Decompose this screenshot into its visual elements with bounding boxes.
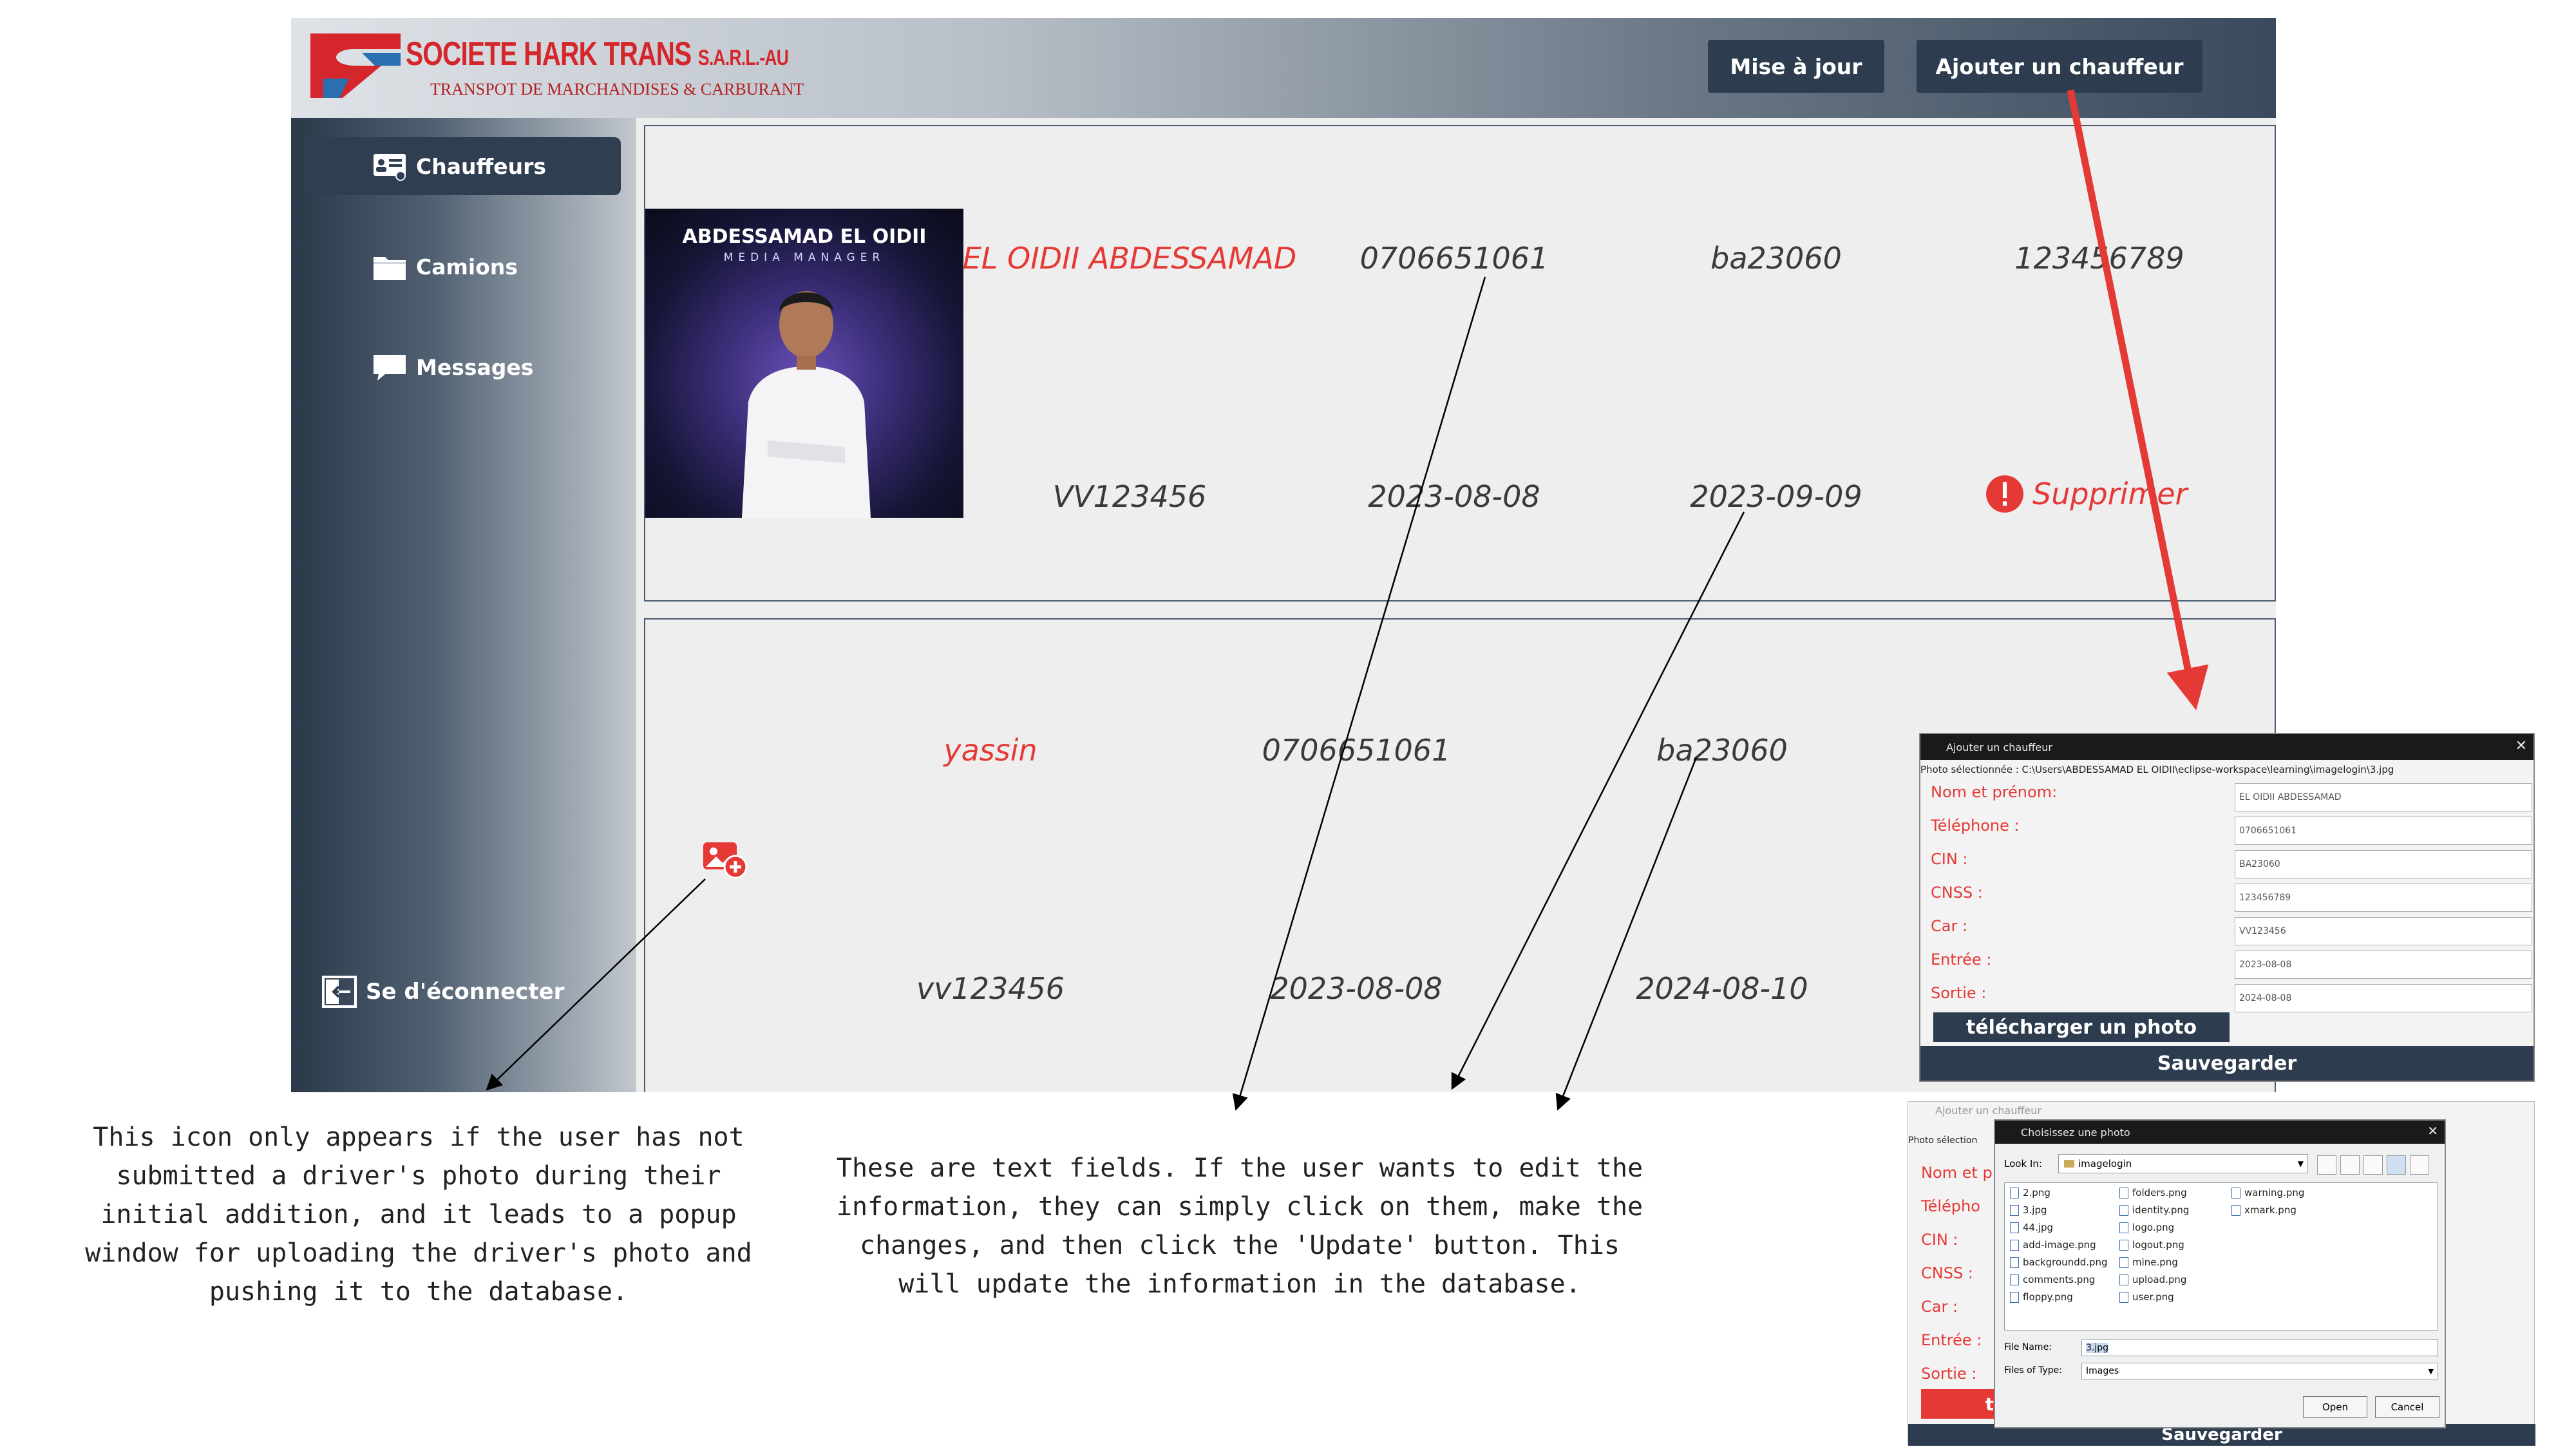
file-toolbar [2317, 1155, 2439, 1175]
add-driver-dialog: Ajouter un chauffeur ✕ Photo sélectionné… [1919, 733, 2535, 1082]
dialog-title-bar: Ajouter un chauffeur ✕ [1920, 734, 2533, 760]
list-item[interactable]: 44.jpg [2010, 1222, 2108, 1233]
up-folder-icon[interactable] [2317, 1155, 2336, 1175]
background-label: Télépho [1921, 1197, 1980, 1215]
exit-input[interactable]: 2024-08-08 [2235, 984, 2532, 1012]
text-fields-note: These are text fields. If the user wants… [836, 1153, 1643, 1299]
file-type-select[interactable]: Images ▼ [2081, 1363, 2438, 1379]
close-icon[interactable]: ✕ [2515, 738, 2527, 754]
file-name-value: 3.jpg [2086, 1343, 2109, 1353]
phone-input[interactable]: 0706651061 [2235, 817, 2532, 845]
background-label: CNSS : [1921, 1264, 1973, 1282]
background-dialog-title: Ajouter un chauffeur [1935, 1104, 2041, 1117]
file-type-value: Images [2086, 1366, 2119, 1376]
file-chooser-dialog: Choisissez une photo ✕ Look In: imagelog… [1994, 1119, 2446, 1428]
list-item[interactable]: xmark.png [2231, 1204, 2304, 1216]
background-photo-label: Photo sélection [1908, 1135, 1978, 1146]
car-input[interactable]: VV123456 [2235, 917, 2532, 945]
home-icon[interactable] [2340, 1155, 2360, 1175]
dialog-label: Entrée : [1931, 951, 1992, 969]
list-item[interactable]: backgroundd.png [2010, 1256, 2108, 1268]
list-item[interactable]: warning.png [2231, 1187, 2304, 1198]
dialog-label: Nom et prénom: [1931, 783, 2058, 801]
dialog-label: Car : [1931, 917, 1968, 935]
file-name-label: File Name: [2004, 1342, 2052, 1352]
cancel-button[interactable]: Cancel [2375, 1396, 2439, 1418]
look-in-label: Look In: [2004, 1158, 2042, 1170]
list-item[interactable]: mine.png [2119, 1256, 2189, 1268]
file-list[interactable]: 2.png 3.jpg 44.jpg add-image.png backgro… [2004, 1182, 2438, 1331]
background-label: Sortie : [1921, 1365, 1977, 1383]
new-folder-icon[interactable] [2363, 1155, 2383, 1175]
dialog-title: Ajouter un chauffeur [1946, 741, 2052, 753]
close-icon[interactable]: ✕ [2427, 1123, 2438, 1139]
entry-input[interactable]: 2023-08-08 [2235, 951, 2532, 979]
file-chooser-title-bar: Choisissez une photo ✕ [1995, 1121, 2445, 1144]
list-item[interactable]: upload.png [2119, 1274, 2189, 1285]
dialog-label: CIN : [1931, 850, 1968, 868]
list-item[interactable]: 3.jpg [2010, 1204, 2108, 1216]
open-button[interactable]: Open [2303, 1396, 2367, 1418]
selected-photo-path: Photo sélectionnée : C:\Users\ABDESSAMAD… [1920, 764, 2394, 775]
list-item[interactable]: identity.png [2119, 1204, 2189, 1216]
file-type-label: Files of Type: [2004, 1365, 2062, 1376]
background-label: Car : [1921, 1298, 1958, 1316]
look-in-select[interactable]: imagelogin ▼ [2058, 1154, 2308, 1173]
chevron-down-icon: ▼ [2428, 1367, 2434, 1376]
upload-icon-note: This icon only appears if the user has n… [85, 1122, 752, 1307]
list-item[interactable]: floppy.png [2010, 1291, 2108, 1303]
list-item[interactable]: 2.png [2010, 1187, 2108, 1198]
background-label: Nom et p [1921, 1164, 1993, 1182]
list-item[interactable]: add-image.png [2010, 1239, 2108, 1251]
chevron-down-icon: ▼ [2297, 1159, 2304, 1168]
file-chooser-title: Choisissez une photo [2021, 1126, 2130, 1139]
folder-icon [2064, 1160, 2074, 1168]
list-item[interactable]: logout.png [2119, 1239, 2189, 1251]
look-in-value: imagelogin [2078, 1158, 2132, 1170]
cin-input[interactable]: BA23060 [2235, 850, 2532, 878]
dialog-label: Sortie : [1931, 984, 1987, 1002]
file-column: 2.png 3.jpg 44.jpg add-image.png backgro… [2010, 1187, 2108, 1303]
list-view-icon[interactable] [2387, 1155, 2406, 1175]
details-view-icon[interactable] [2410, 1155, 2429, 1175]
background-label: Entrée : [1921, 1331, 1982, 1349]
background-label: CIN : [1921, 1231, 1958, 1249]
list-item[interactable]: comments.png [2010, 1274, 2108, 1285]
name-input[interactable]: EL OIDII ABDESSAMAD [2235, 783, 2532, 811]
dialog-label: CNSS : [1931, 884, 1983, 902]
dialog-label: Téléphone : [1931, 817, 2020, 835]
upload-photo-button[interactable]: télécharger un photo [1933, 1012, 2230, 1042]
file-name-input[interactable]: 3.jpg [2081, 1340, 2438, 1356]
list-item[interactable]: folders.png [2119, 1187, 2189, 1198]
cnss-input[interactable]: 123456789 [2235, 884, 2532, 912]
list-item[interactable]: user.png [2119, 1291, 2189, 1303]
file-column: warning.png xmark.png [2231, 1187, 2304, 1216]
list-item[interactable]: logo.png [2119, 1222, 2189, 1233]
file-column: folders.png identity.png logo.png logout… [2119, 1187, 2189, 1303]
save-button[interactable]: Sauvegarder [1920, 1046, 2533, 1081]
